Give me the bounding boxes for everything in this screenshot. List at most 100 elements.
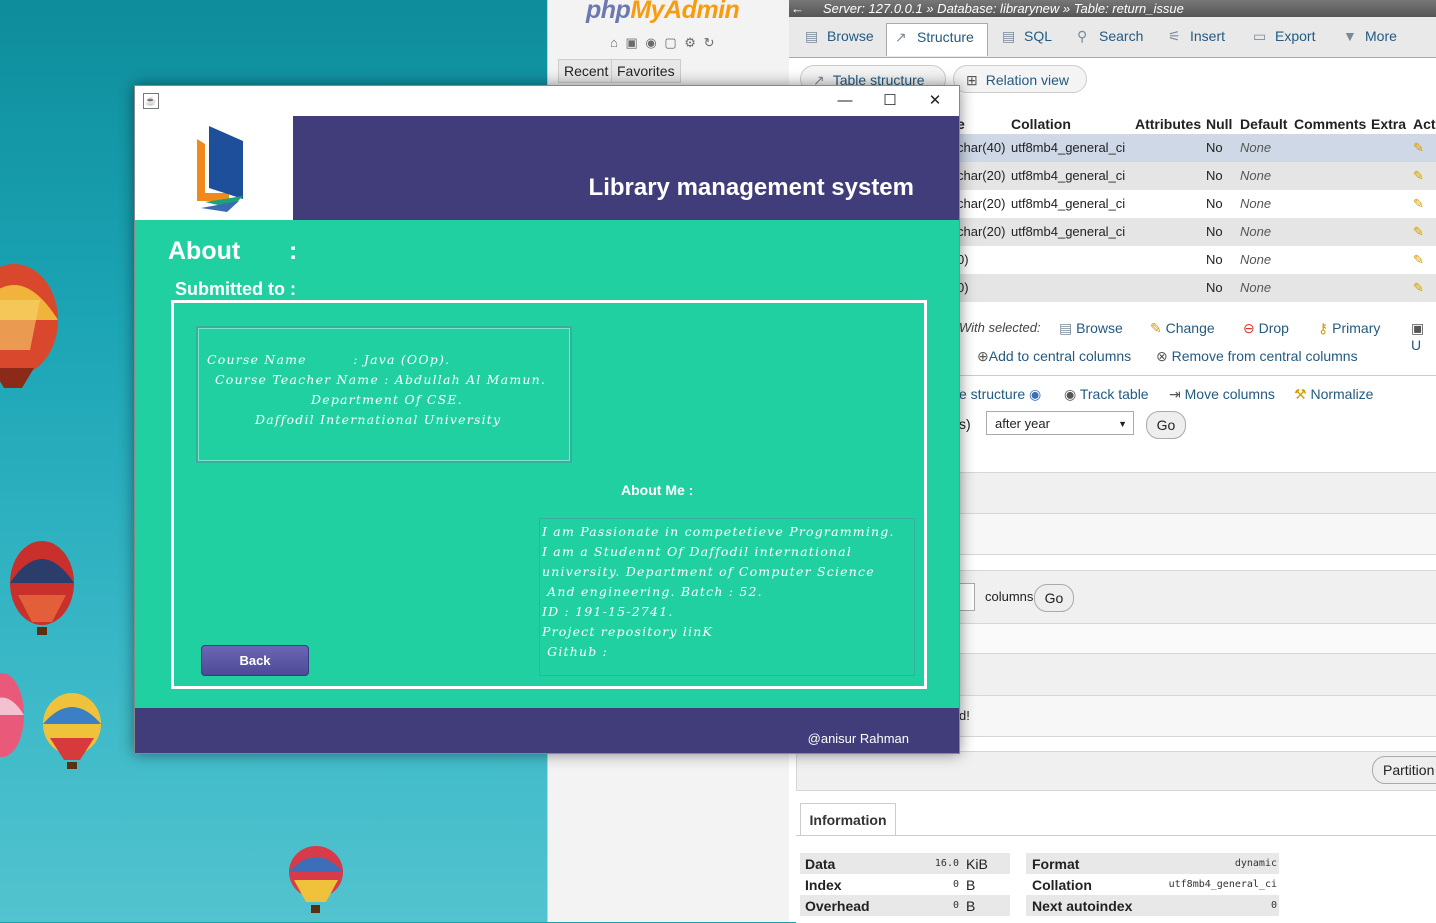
col-default-header[interactable]: Default [1240,116,1287,132]
pma-nav-icons[interactable]: ⌂ ▣ ◉ ▢ ⚙ ↻ [610,35,716,51]
export-icon: ▭ [1253,28,1267,44]
search-icon: ⚲ [1077,28,1088,44]
go-button[interactable]: Go [1034,584,1074,612]
tab-structure[interactable]: ↗ Structure [886,23,988,56]
about-me-textarea[interactable]: I am Passionate in competetieve Programm… [539,518,915,676]
change-icon[interactable]: ✎ [1413,274,1424,302]
balloon-4 [0,673,24,757]
help-icon[interactable]: ◉ [645,35,658,50]
partition-bar: Partition t [796,751,1436,791]
tab-sql[interactable]: ▤ SQL [994,23,1064,56]
after-column-select[interactable]: after year ▼ [986,411,1134,435]
author-label: @anisur Rahman [807,731,909,746]
nav-tab-recent[interactable]: Recent [558,59,615,83]
app-footer: @anisur Rahman [135,708,959,753]
app-header: Library management system [293,116,959,220]
balloon-3 [43,693,101,769]
pma-logo[interactable]: phpMyAdmin [586,0,740,25]
bulk-drop-link[interactable]: ⊖ Drop [1243,320,1289,337]
back-button[interactable]: Back [201,645,309,676]
about-me-title: About Me : [621,482,694,498]
balloon-2 [10,541,74,635]
wand-icon: ⚒ [1294,386,1307,402]
message-text: d! [959,708,970,723]
eye-icon: ◉ [1064,386,1077,402]
reload-icon[interactable]: ↻ [704,35,717,50]
java-app-window: ☕ — ☐ ✕ Library management system About … [134,85,960,754]
insert-icon: ⚟ [1168,28,1181,44]
add-icon: ⊕ [977,348,989,364]
drop-icon: ⊖ [1243,320,1255,336]
app-title: Library management system [588,174,914,201]
go-button[interactable]: Go [1146,411,1186,439]
submitted-to-label: Submitted to : [175,279,296,299]
partition-button[interactable]: Partition t [1372,756,1436,784]
track-table-link[interactable]: ◉ Track table [1064,386,1149,403]
relation-view-button[interactable]: ⊞ Relation view [953,65,1087,93]
col-collation-header[interactable]: Collation [1011,116,1071,132]
help-icon: ◉ [1029,386,1042,402]
logout-icon[interactable]: ▣ [625,35,639,50]
sql-icon: ▤ [1002,28,1016,44]
move-columns-link[interactable]: ⇥ Move columns [1169,386,1275,403]
change-icon[interactable]: ✎ [1413,246,1424,274]
change-icon[interactable]: ✎ [1413,190,1424,218]
bulk-browse-link[interactable]: ▤ Browse [1059,320,1123,337]
docs-icon[interactable]: ▢ [664,35,678,50]
course-name-line: Course Name : Java (OOp). [207,352,451,367]
divider [939,375,1436,376]
tab-search[interactable]: ⚲ Search [1069,23,1154,56]
browse-icon: ▤ [805,28,819,44]
tab-export[interactable]: ▭ Export [1245,23,1330,56]
bulk-primary-link[interactable]: ⚷ Primary [1318,320,1380,337]
browse-icon: ▤ [1059,320,1073,336]
course-teacher-line: Course Teacher Name : Abdullah Al Mamun. [215,372,547,387]
change-icon[interactable]: ✎ [1413,134,1424,162]
relation-icon: ⊞ [966,72,978,88]
col-comments-header[interactable]: Comments [1294,116,1366,132]
breadcrumb-bar: ← Server: 127.0.0.1 » Database: libraryn… [789,0,1436,17]
java-icon: ☕ [143,93,159,109]
about-panel: About : Submitted to : Course Name : Jav… [135,220,959,708]
bulk-unique-link[interactable]: ▣ U [1411,320,1436,353]
department-line: Department Of CSE. [311,392,463,407]
nav-tab-favorites[interactable]: Favorites [611,59,681,83]
unique-icon: ▣ [1411,320,1425,336]
col-attributes-header[interactable]: Attributes [1135,116,1201,132]
window-titlebar[interactable]: ☕ — ☐ ✕ [135,86,959,116]
close-button[interactable]: ✕ [915,90,955,112]
remove-icon: ⊗ [1156,348,1168,364]
maximize-button[interactable]: ☐ [870,90,910,112]
col-action-header[interactable]: Acti [1413,116,1436,132]
pencil-icon: ✎ [1150,320,1162,336]
add-central-columns-link[interactable]: ⊕Add to central columns [977,348,1131,365]
chevron-down-icon: ▼ [1343,28,1357,44]
structure-icon: ↗ [895,29,907,45]
home-icon[interactable]: ⌂ [610,35,620,50]
tab-more[interactable]: ▼ More [1335,23,1407,56]
information-tab[interactable]: Information [800,803,896,837]
top-tabs: ▤ Browse ↗ Structure ▤ SQL ⚲ Search ⚟ Insert … [789,17,1436,58]
bulk-change-link[interactable]: ✎ Change [1150,320,1215,337]
gear-icon[interactable]: ⚙ [684,35,698,50]
breadcrumb[interactable]: Server: 127.0.0.1 » Database: librarynew… [823,0,1184,17]
print-structure-link[interactable]: e structure ◉ [959,386,1041,403]
normalize-link[interactable]: ⚒ Normalize [1294,386,1373,403]
col-extra-header[interactable]: Extra [1371,116,1406,132]
chevron-down-icon: ▼ [1118,419,1127,429]
collapse-arrow-icon[interactable]: ← [791,0,804,17]
minimize-button[interactable]: — [825,90,865,112]
tab-insert[interactable]: ⚟ Insert [1160,23,1240,56]
move-icon: ⇥ [1169,386,1181,402]
change-icon[interactable]: ✎ [1413,218,1424,246]
change-icon[interactable]: ✎ [1413,162,1424,190]
logo-panel [135,116,293,220]
tab-browse[interactable]: ▤ Browse [797,23,885,56]
course-info-box: Course Name : Java (OOp). Course Teacher… [196,326,572,463]
key-icon: ⚷ [1318,320,1329,336]
col-null-header[interactable]: Null [1206,116,1232,132]
balloon-5 [289,846,343,913]
remove-central-columns-link[interactable]: ⊗ Remove from central columns [1156,348,1358,365]
with-selected-label: With selected: [959,320,1041,335]
book-logo-icon [197,126,243,212]
